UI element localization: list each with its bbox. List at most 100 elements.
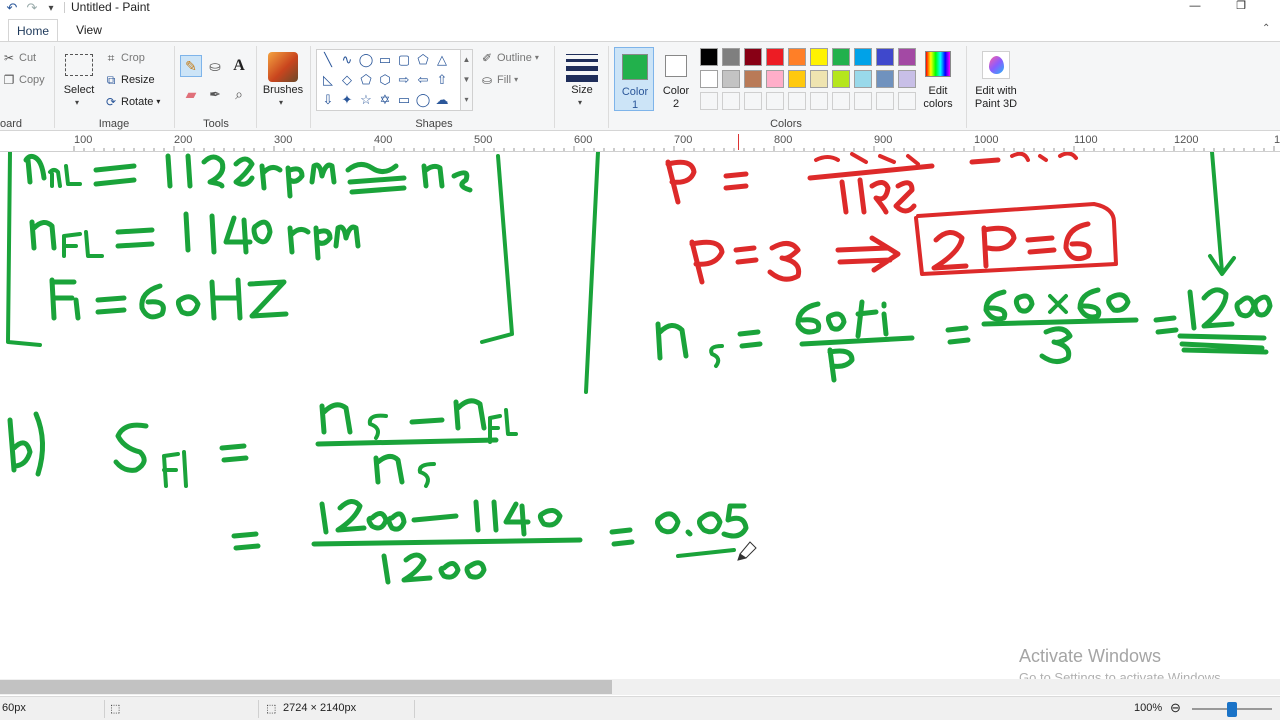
- palette-swatch[interactable]: [744, 48, 762, 66]
- palette-empty-swatch[interactable]: [854, 92, 872, 110]
- palette-empty-swatch[interactable]: [722, 92, 740, 110]
- magnifier-tool[interactable]: ⌕: [228, 83, 250, 105]
- rectangle-shape-icon[interactable]: ▭: [376, 51, 394, 69]
- resize-label: Resize: [121, 74, 155, 86]
- zoom-out-button[interactable]: ⊖: [1170, 700, 1181, 716]
- palette-swatch[interactable]: [722, 70, 740, 88]
- restore-button[interactable]: ❐: [1218, 0, 1264, 14]
- rounded-rectangle-shape-icon[interactable]: ▢: [395, 51, 413, 69]
- palette-swatch[interactable]: [722, 48, 740, 66]
- color2-button[interactable]: Color 2: [656, 47, 696, 111]
- pentagon-shape-icon[interactable]: ⬠: [357, 71, 375, 89]
- size-button[interactable]: Size ▾: [562, 50, 602, 112]
- palette-swatch[interactable]: [788, 70, 806, 88]
- redo-icon[interactable]: ↷: [24, 0, 40, 16]
- palette-swatch[interactable]: [832, 70, 850, 88]
- undo-icon[interactable]: ↶: [4, 0, 20, 16]
- rounded-callout-shape-icon[interactable]: ▭: [395, 91, 413, 109]
- collapse-ribbon-icon[interactable]: ⌃: [1262, 23, 1270, 34]
- palette-swatch[interactable]: [766, 48, 784, 66]
- palette-swatch[interactable]: [876, 48, 894, 66]
- customize-quick-access-icon[interactable]: ▾: [44, 0, 58, 16]
- six-point-star-shape-icon[interactable]: ✡: [376, 91, 394, 109]
- ruler-label: 1100: [1074, 134, 1098, 146]
- four-point-star-shape-icon[interactable]: ✦: [338, 91, 356, 109]
- tab-home[interactable]: Home: [8, 19, 58, 41]
- brushes-button[interactable]: Brushes ▾: [260, 50, 306, 112]
- palette-empty-swatch[interactable]: [744, 92, 762, 110]
- horizontal-scrollbar[interactable]: [0, 679, 1280, 695]
- palette-empty-swatch[interactable]: [832, 92, 850, 110]
- eraser-tool[interactable]: ▰: [180, 83, 202, 105]
- triangle-shape-icon[interactable]: △: [433, 51, 451, 69]
- palette-swatch[interactable]: [876, 70, 894, 88]
- ruler-label: 1000: [974, 134, 999, 146]
- copy-button[interactable]: ❐ Copy: [2, 72, 45, 88]
- palette-empty-swatch[interactable]: [766, 92, 784, 110]
- palette-empty-swatch[interactable]: [898, 92, 916, 110]
- edit-with-paint3d-button[interactable]: Edit with Paint 3D: [970, 49, 1022, 113]
- palette-swatch[interactable]: [810, 70, 828, 88]
- image-group-label: Image: [98, 118, 130, 130]
- right-triangle-shape-icon[interactable]: ◺: [319, 71, 337, 89]
- right-arrow-shape-icon[interactable]: ⇨: [395, 71, 413, 89]
- palette-swatch[interactable]: [832, 48, 850, 66]
- outline-button[interactable]: ✐ Outline ▾: [480, 50, 539, 66]
- drawing-canvas[interactable]: Activate Windows Go to Settings to activ…: [0, 152, 1280, 679]
- palette-empty-swatch[interactable]: [700, 92, 718, 110]
- select-button[interactable]: Select ▾: [60, 50, 98, 112]
- rotate-button[interactable]: ⟳ Rotate ▾: [104, 94, 160, 110]
- palette-swatch[interactable]: [898, 70, 916, 88]
- pencil-icon: ✎: [185, 57, 197, 74]
- palette-swatch[interactable]: [854, 70, 872, 88]
- fill-tool[interactable]: ⛀: [204, 55, 226, 77]
- palette-swatch[interactable]: [700, 70, 718, 88]
- glyph-12: [1187, 287, 1235, 331]
- scroll-down-icon[interactable]: ▼: [461, 70, 472, 90]
- line-shape-icon[interactable]: ╲: [319, 51, 337, 69]
- oval-callout-shape-icon[interactable]: ◯: [414, 91, 432, 109]
- palette-swatch[interactable]: [788, 48, 806, 66]
- cloud-callout-shape-icon[interactable]: ☁: [433, 91, 451, 109]
- text-tool[interactable]: A: [228, 55, 250, 77]
- more-shapes-icon[interactable]: ▾: [461, 90, 472, 110]
- cut-button[interactable]: ✂ Cut: [2, 50, 36, 66]
- polygon-shape-icon[interactable]: ⬠: [414, 51, 432, 69]
- color-picker-tool[interactable]: ✒: [204, 83, 226, 105]
- selection-size-icon: ⬚: [110, 703, 121, 715]
- hexagon-shape-icon[interactable]: ⬡: [376, 71, 394, 89]
- crop-button[interactable]: ⌗ Crop: [104, 50, 145, 66]
- tab-view[interactable]: View: [66, 19, 112, 41]
- palette-swatch[interactable]: [700, 48, 718, 66]
- glyph-0: [175, 294, 201, 317]
- palette-swatch[interactable]: [766, 70, 784, 88]
- palette-swatch[interactable]: [854, 48, 872, 66]
- shapes-scroll[interactable]: ▲ ▼ ▾: [461, 49, 473, 111]
- palette-swatch[interactable]: [744, 70, 762, 88]
- group-separator: [310, 46, 311, 128]
- pencil-tool[interactable]: ✎: [180, 55, 202, 77]
- zoom-slider-thumb[interactable]: [1227, 702, 1237, 717]
- rotate-icon: ⟳: [105, 95, 117, 109]
- down-arrow-shape-icon[interactable]: ⇩: [319, 91, 337, 109]
- palette-empty-swatch[interactable]: [876, 92, 894, 110]
- minimize-button[interactable]: —: [1172, 0, 1218, 14]
- fill-button[interactable]: ⛀ Fill ▾: [480, 72, 518, 88]
- palette-empty-swatch[interactable]: [788, 92, 806, 110]
- palette-swatch[interactable]: [810, 48, 828, 66]
- up-arrow-shape-icon[interactable]: ⇧: [433, 71, 451, 89]
- palette-swatch[interactable]: [898, 48, 916, 66]
- oval-shape-icon[interactable]: ◯: [357, 51, 375, 69]
- ribbon-tabs: Home View ⌃: [0, 17, 1280, 41]
- diamond-shape-icon[interactable]: ◇: [338, 71, 356, 89]
- color1-button[interactable]: Color 1: [614, 47, 654, 111]
- five-point-star-shape-icon[interactable]: ☆: [357, 91, 375, 109]
- palette-empty-swatch[interactable]: [810, 92, 828, 110]
- curve-shape-icon[interactable]: ∿: [338, 51, 356, 69]
- edit-colors-button[interactable]: Edit colors: [918, 49, 958, 113]
- ruler-label: 900: [874, 134, 893, 146]
- scroll-up-icon[interactable]: ▲: [461, 50, 472, 70]
- scrollbar-thumb[interactable]: [0, 680, 612, 694]
- resize-button[interactable]: ⧉ Resize: [104, 72, 155, 88]
- left-arrow-shape-icon[interactable]: ⇦: [414, 71, 432, 89]
